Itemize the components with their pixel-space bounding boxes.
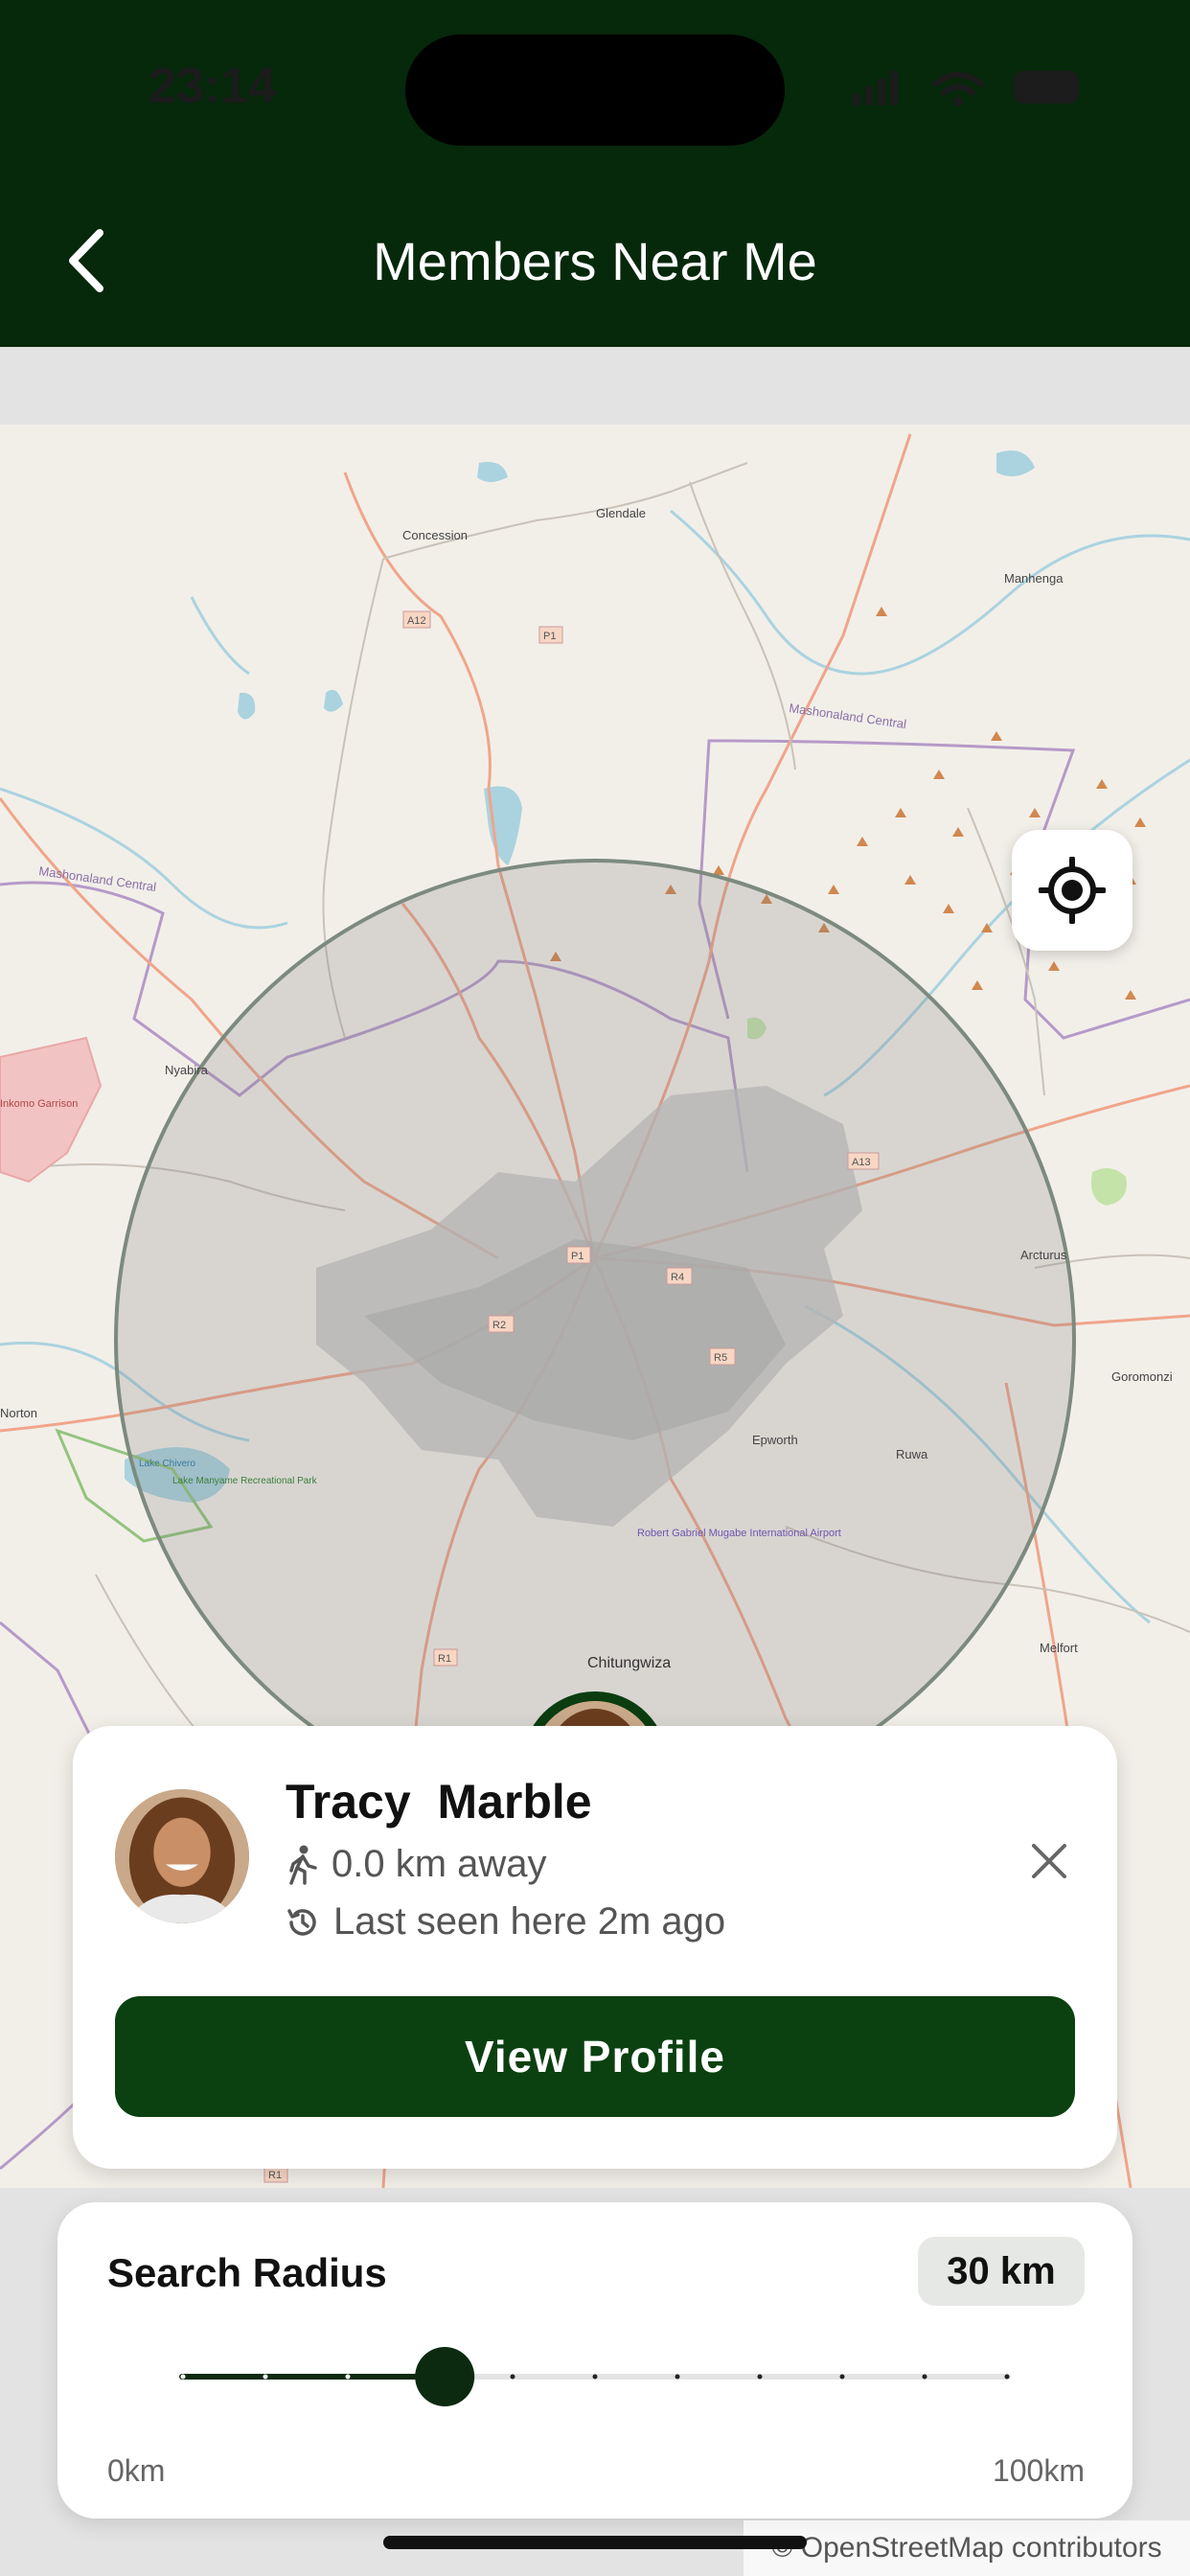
status-time: 23:14 xyxy=(149,58,276,114)
map-label: Arcturus xyxy=(1020,1248,1067,1262)
history-clock-icon xyxy=(287,1908,316,1936)
slider-tick xyxy=(839,2374,845,2380)
map-label: Glendale xyxy=(596,506,646,520)
home-indicator xyxy=(383,2536,807,2549)
crosshair-location-icon xyxy=(1039,857,1106,924)
avatar xyxy=(115,1789,249,1923)
close-card-button[interactable] xyxy=(1021,1833,1077,1889)
slider-tick xyxy=(263,2374,268,2380)
search-radius-title: Search Radius xyxy=(107,2250,387,2295)
map-label: Mashonaland Central xyxy=(789,701,908,731)
map-label: Lake Chivero xyxy=(139,1459,195,1469)
road-label: R1 xyxy=(438,1653,451,1665)
road-label: R2 xyxy=(492,1320,506,1331)
radius-slider[interactable] xyxy=(179,2346,1011,2407)
distance-text: 0.0 km away xyxy=(332,1843,547,1885)
slider-thumb[interactable] xyxy=(415,2347,475,2406)
road-label: A13 xyxy=(852,1157,871,1168)
map-label: Chitungwiza xyxy=(587,1655,671,1671)
slider-tick xyxy=(592,2374,598,2380)
map-label: Norton xyxy=(0,1406,37,1420)
map-attribution[interactable]: © OpenStreetMap contributors xyxy=(744,2520,1190,2576)
map-label: Robert Gabriel Mugabe International Airp… xyxy=(637,1528,841,1539)
road-label: P1 xyxy=(543,631,556,642)
member-avatar-photo xyxy=(115,1789,249,1923)
slider-tick xyxy=(1004,2374,1010,2380)
slider-tick xyxy=(757,2374,763,2380)
slider-tick xyxy=(345,2374,351,2380)
map-label: Epworth xyxy=(752,1433,798,1447)
road-label: R5 xyxy=(714,1352,727,1364)
slider-tick xyxy=(675,2374,680,2380)
map-label: Goromonzi xyxy=(1111,1369,1173,1384)
view-profile-button[interactable]: View Profile xyxy=(115,1996,1075,2117)
member-last-seen: Last seen here 2m ago xyxy=(286,1900,725,1944)
slider-tick xyxy=(180,2374,186,2380)
map-label: Concession xyxy=(402,528,468,542)
map-label: Melfort xyxy=(1040,1641,1078,1655)
map-label: Inkomo Garrison xyxy=(0,1098,78,1110)
member-name: Tracy Marble xyxy=(286,1775,592,1828)
page-title: Members Near Me xyxy=(373,231,817,291)
battery-icon xyxy=(1014,71,1079,104)
road-label: R1 xyxy=(268,2170,282,2181)
slider-tick xyxy=(922,2374,927,2380)
road-label: P1 xyxy=(571,1251,584,1262)
slider-fill xyxy=(179,2374,446,2380)
map-label: Nyabira xyxy=(165,1063,209,1077)
map-label: Lake Manyame Recreational Park xyxy=(172,1476,318,1486)
road-label: A12 xyxy=(407,615,426,627)
signal-icon xyxy=(853,71,898,105)
map-label: Manhenga xyxy=(1004,571,1064,586)
map-label: Ruwa xyxy=(896,1447,928,1461)
last-seen-text: Last seen here 2m ago xyxy=(333,1900,726,1943)
road-label: R4 xyxy=(671,1272,684,1283)
slider-min-label: 0km xyxy=(107,2453,166,2488)
slider-tick xyxy=(510,2374,515,2380)
member-info-card: Tracy Marble 0.0 km away Last seen here … xyxy=(73,1726,1117,2169)
radius-value-badge: 30 km xyxy=(918,2237,1085,2306)
slider-max-label: 100km xyxy=(992,2453,1085,2488)
status-icons xyxy=(853,71,1079,106)
wifi-icon xyxy=(932,72,984,96)
member-distance: 0.0 km away xyxy=(286,1843,547,1886)
app-header: 23:14 Members Near Me xyxy=(0,0,1190,347)
dynamic-island xyxy=(405,34,785,146)
close-icon xyxy=(1032,1844,1066,1878)
search-radius-panel: Search Radius 30 km 0km 100km xyxy=(57,2202,1133,2518)
walking-person-icon xyxy=(289,1845,317,1885)
locate-me-button[interactable] xyxy=(1012,830,1133,951)
